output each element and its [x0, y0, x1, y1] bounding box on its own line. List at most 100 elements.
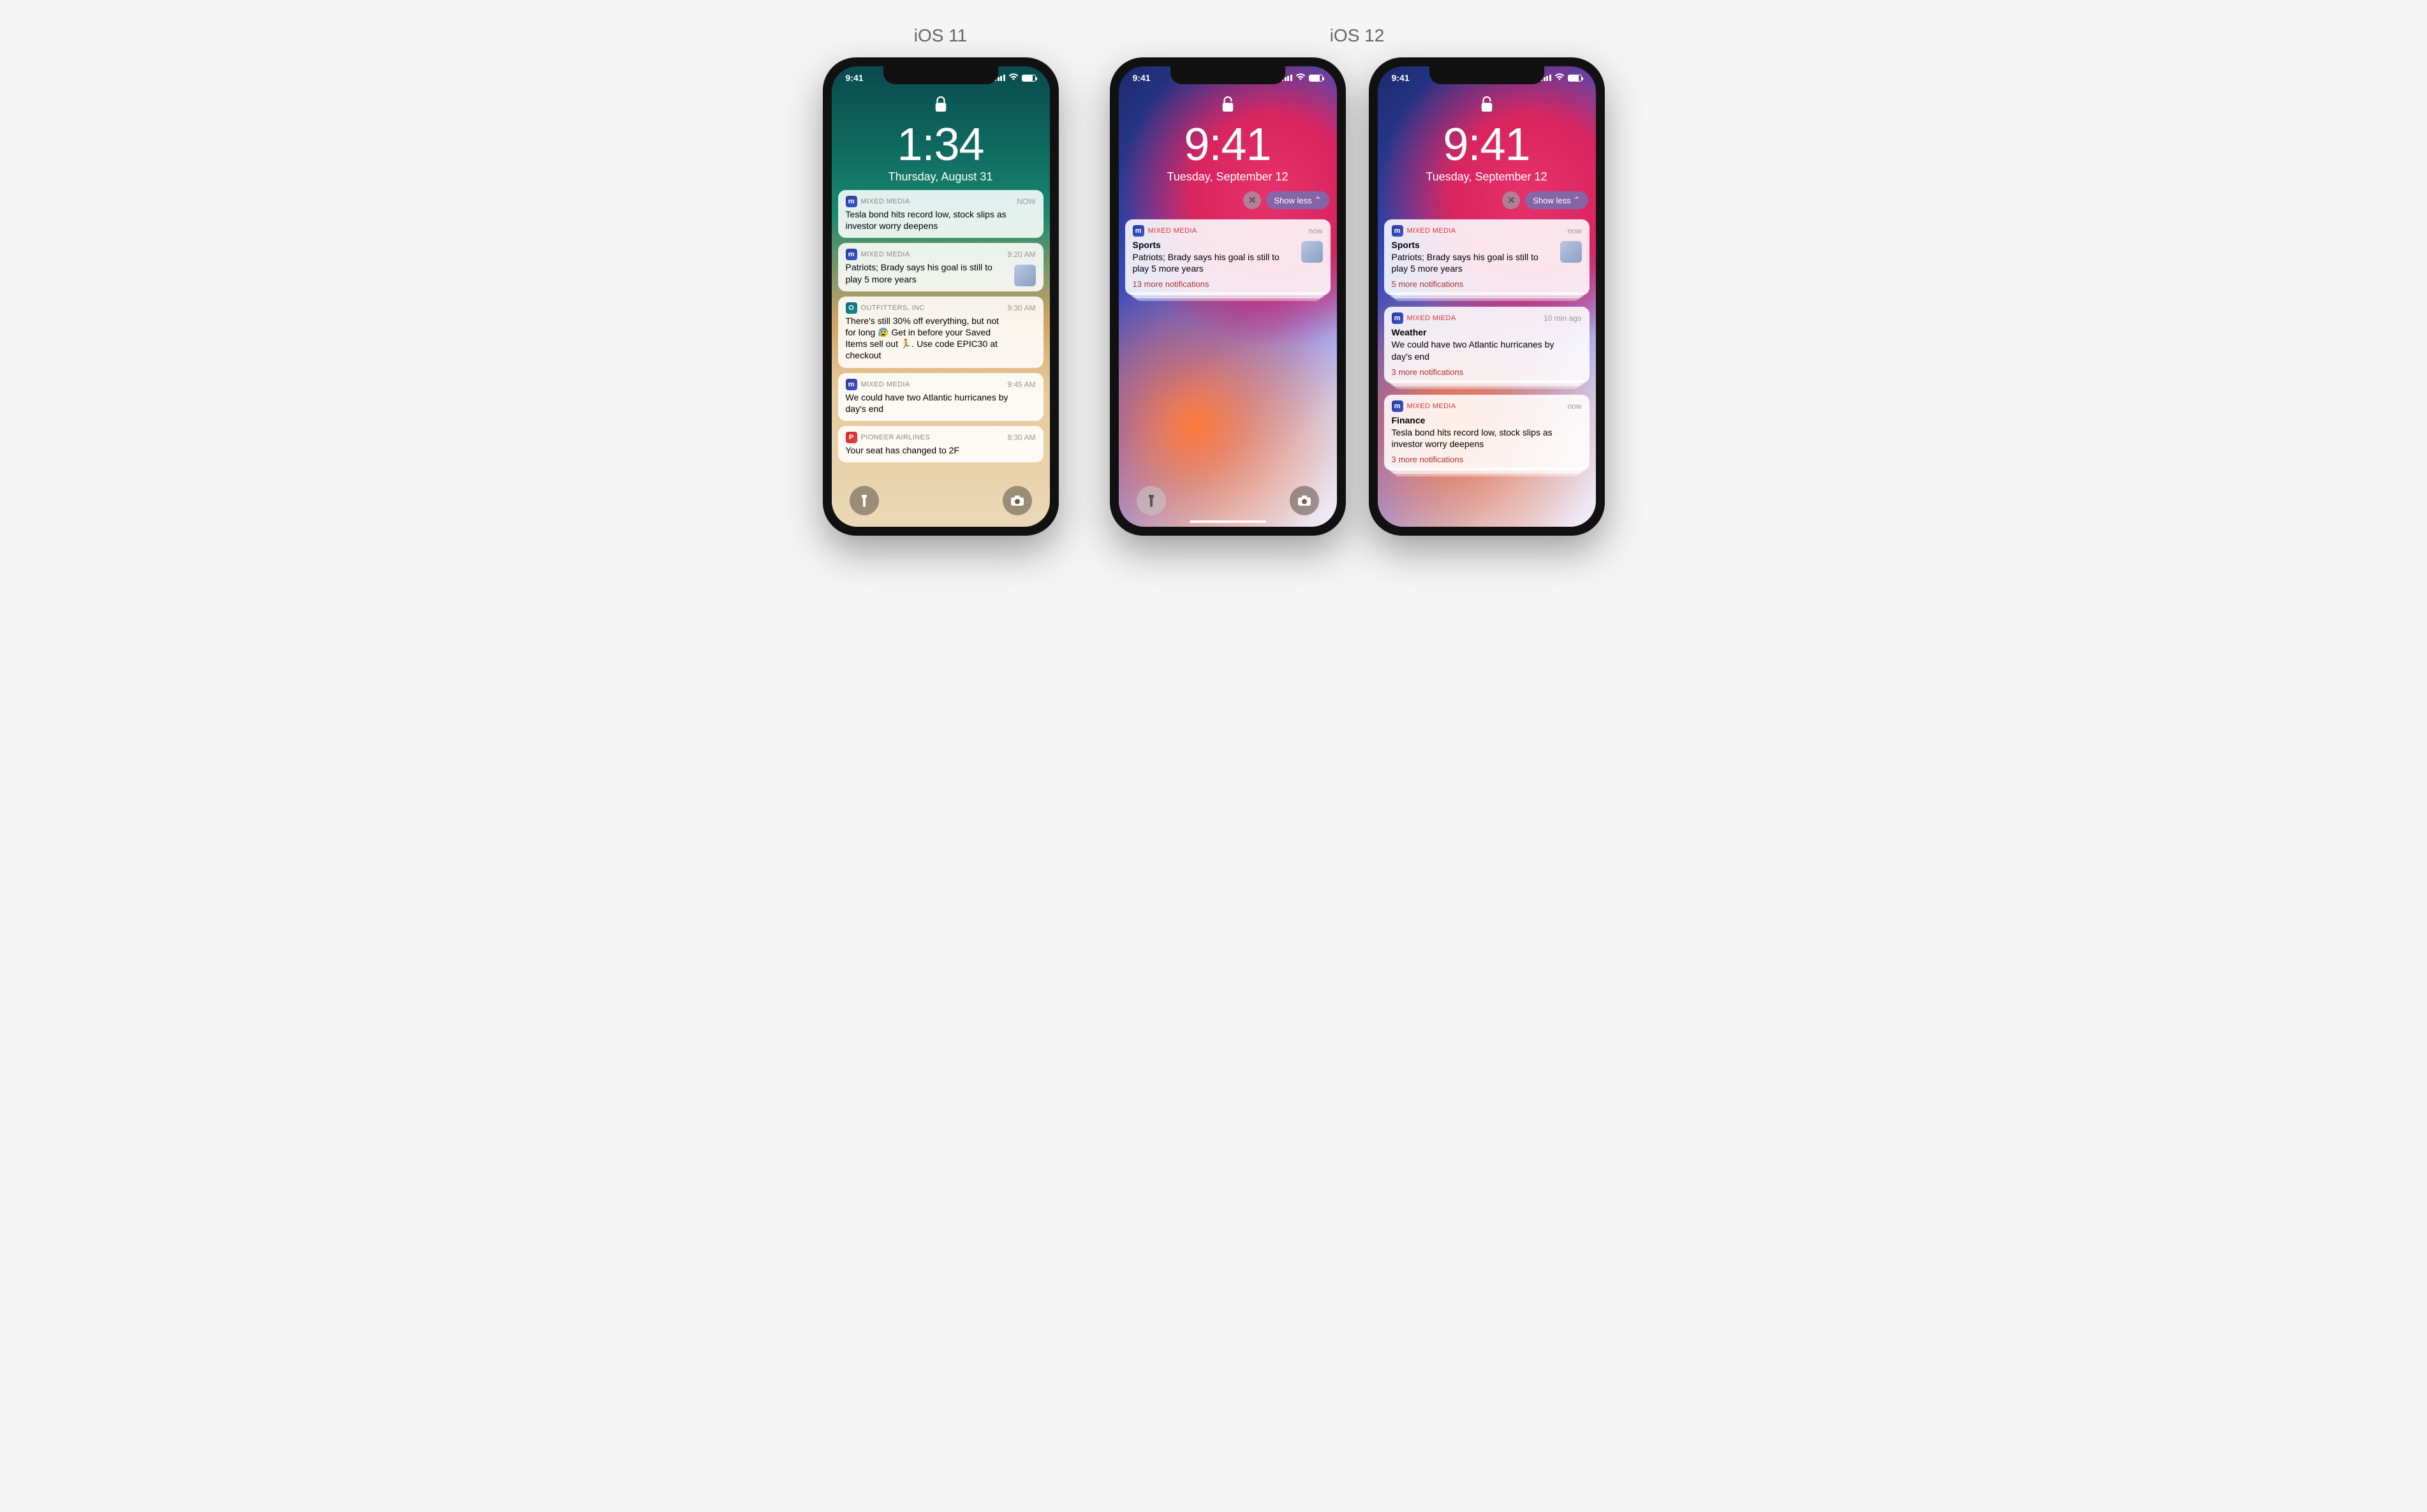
bottom-buttons	[1119, 486, 1337, 515]
notification-card[interactable]: m MIXED MEDIA now SportsPatriots; Brady say…	[1384, 219, 1590, 295]
notification-chips: ✕ Show less ⌃	[1378, 191, 1596, 213]
show-less-label: Show less	[1274, 196, 1311, 205]
notification-body: We could have two Atlantic hurricanes by…	[846, 392, 1036, 415]
app-icon: P	[846, 432, 857, 443]
app-name: MIXED MIEDA	[1407, 314, 1456, 322]
app-name: MIXED MEDIA	[1148, 227, 1197, 235]
lock-screen[interactable]: 9:41 9:41 Tuesday, September 12 ✕	[1119, 66, 1337, 527]
section-ios11: iOS 11 9:41 1:34 Thursd	[823, 26, 1059, 536]
status-right	[1540, 73, 1582, 83]
app-name: MIXED MEDIA	[1407, 402, 1456, 410]
bottom-buttons	[832, 486, 1050, 515]
notification-body: We could have two Atlantic hurricanes by…	[1392, 339, 1582, 362]
close-button[interactable]: ✕	[1243, 191, 1261, 209]
wifi-icon	[1554, 73, 1565, 83]
notification-body: Tesla bond hits record low, stock slips …	[846, 209, 1036, 231]
notification-time: 10 min ago	[1544, 314, 1581, 323]
lock-screen[interactable]: 9:41 9:41 Tuesday, September 12 ✕	[1378, 66, 1596, 527]
notification-title: Sports	[1133, 240, 1323, 250]
flashlight-button[interactable]	[850, 486, 879, 515]
notification-card[interactable]: PPIONEER AIRLINES8:30 AMYour seat has ch…	[838, 426, 1044, 462]
app-icon: m	[1392, 312, 1403, 324]
notification-chips: ✕ Show less ⌃	[1119, 191, 1337, 213]
chevron-up-icon: ⌃	[1315, 195, 1322, 205]
status-time: 9:41	[1133, 73, 1151, 83]
notification-more-count: 3 more notifications	[1392, 367, 1582, 377]
notification-more-count: 3 more notifications	[1392, 455, 1582, 464]
app-icon: m	[846, 196, 857, 207]
app-name: MIXED MEDIA	[1407, 227, 1456, 235]
close-button[interactable]: ✕	[1502, 191, 1520, 209]
app-icon: m	[1133, 225, 1144, 237]
notch	[1429, 66, 1544, 84]
notification-card[interactable]: mMIXED MEDIA9:45 AM We could have two Atl…	[838, 373, 1044, 421]
lock-screen[interactable]: 9:41 1:34 Thursday, August 31 mMIXED MED…	[832, 66, 1050, 527]
status-time: 9:41	[846, 73, 864, 83]
app-name: MIXED MEDIA	[861, 198, 910, 205]
notification-time: now	[1567, 226, 1581, 235]
notification-title: Weather	[1392, 327, 1582, 337]
notification-body: Patriots; Brady says his goal is still t…	[1392, 251, 1582, 274]
notch	[1170, 66, 1285, 84]
show-less-label: Show less	[1533, 196, 1570, 205]
app-icon: m	[846, 249, 857, 260]
camera-button[interactable]	[1003, 486, 1032, 515]
battery-icon	[1568, 75, 1582, 82]
notification-list: m MIXED MEDIA NOW Tesla bond hits record lo…	[832, 184, 1050, 462]
lock-time: 9:41	[1119, 122, 1337, 168]
lock-time: 1:34	[832, 122, 1050, 168]
notification-thumbnail	[1560, 241, 1582, 263]
app-icon: m	[846, 379, 857, 390]
phone-ios12-b: 9:41 9:41 Tuesday, September 12 ✕	[1369, 57, 1605, 536]
home-indicator[interactable]	[1190, 520, 1266, 523]
flashlight-button[interactable]	[1137, 486, 1166, 515]
notification-header: m MIXED MIEDA 10 min ago	[1392, 312, 1582, 324]
notch	[883, 66, 998, 84]
app-name: PIONEER AIRLINES	[861, 434, 931, 441]
app-name: MIXED MEDIA	[861, 251, 910, 258]
lock-date: Tuesday, September 12	[1119, 170, 1337, 184]
notification-card[interactable]: m MIXED MIEDA 10 min ago Weather We could ha…	[1384, 307, 1590, 383]
notification-card[interactable]: mMIXED MEDIAnowSportsPatriots; Brady say…	[1125, 219, 1331, 295]
camera-button[interactable]	[1290, 486, 1319, 515]
notification-card[interactable]: mMIXED MEDIAnowFinanceTesla bond hits re…	[1384, 395, 1590, 471]
section-title-ios11: iOS 11	[914, 26, 968, 46]
notification-time: now	[1308, 226, 1322, 235]
notification-time: now	[1567, 402, 1581, 411]
notification-header: m MIXED MEDIA now	[1133, 225, 1323, 237]
notification-header: m MIXED MEDIA NOW	[846, 196, 1036, 207]
notification-thumbnail	[1301, 241, 1323, 263]
app-name: OUTFITTERS, INC	[861, 304, 925, 312]
notification-time: NOW	[1017, 197, 1035, 206]
show-less-button[interactable]: Show less ⌃	[1525, 191, 1588, 209]
section-ios12: iOS 12 9:41 9:41 Tuesd	[1110, 26, 1605, 536]
notification-header: m MIXED MEDIA now	[1392, 225, 1582, 237]
notification-list: mMIXED MEDIAnowSportsPatriots; Brady say…	[1119, 213, 1337, 295]
lock-date: Thursday, August 31	[832, 170, 1050, 184]
notification-card[interactable]: mMIXED MEDIA9:20 AMPatriots; Brady says …	[838, 243, 1044, 291]
status-time: 9:41	[1392, 73, 1410, 83]
notification-body: Your seat has changed to 2F	[846, 444, 1036, 456]
lock-time: 9:41	[1378, 122, 1596, 168]
battery-icon	[1022, 75, 1036, 82]
wifi-icon	[1008, 73, 1019, 83]
wifi-icon	[1295, 73, 1306, 83]
phone-ios12-a: 9:41 9:41 Tuesday, September 12 ✕	[1110, 57, 1346, 536]
notification-card[interactable]: OOUTFITTERS, INC9:30 AMThere's still 30%…	[838, 297, 1044, 368]
notification-more-count: 5 more notifications	[1392, 279, 1582, 289]
notification-header: mMIXED MEDIA9:45 AM	[846, 379, 1036, 390]
unlock-icon	[1480, 105, 1494, 116]
notification-thumbnail	[1014, 265, 1036, 286]
lock-icon	[934, 105, 948, 116]
notification-time: 9:45 AM	[1007, 380, 1035, 389]
notification-header: OOUTFITTERS, INC9:30 AM	[846, 302, 1036, 314]
unlock-icon	[1221, 105, 1235, 116]
notification-card[interactable]: m MIXED MEDIA NOW Tesla bond hits record lo…	[838, 190, 1044, 238]
app-icon: m	[1392, 225, 1403, 237]
notification-title: Sports	[1392, 240, 1582, 250]
show-less-button[interactable]: Show less ⌃	[1266, 191, 1329, 209]
notification-more-count: 13 more notifications	[1133, 279, 1323, 289]
status-right	[1281, 73, 1323, 83]
battery-icon	[1309, 75, 1323, 82]
section-title-ios12: iOS 12	[1330, 26, 1385, 46]
